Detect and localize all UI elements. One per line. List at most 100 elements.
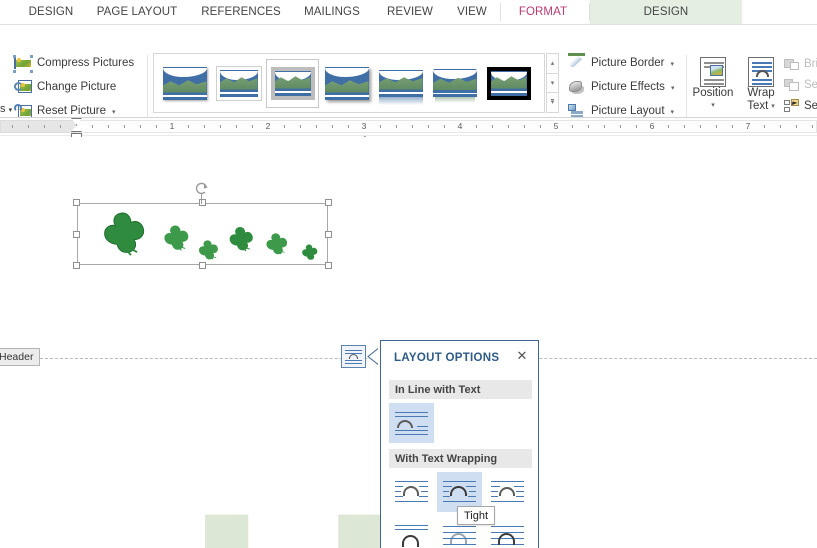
picture-effects-button[interactable]: Picture Effects ▾ [568,77,683,99]
in-front-of-text-icon [489,523,526,548]
selection-pane-icon [784,98,800,113]
picture-style-3[interactable] [321,60,372,107]
selection-pane-button[interactable]: Sele [784,95,817,116]
style-thumbnail [432,69,477,103]
more-icon: ▾ [550,99,555,107]
chevron-down-icon[interactable]: ▾ [671,60,675,68]
picture-border-icon [568,53,586,72]
tab-format[interactable]: FORMAT [501,0,585,24]
send-backward-label: Sen [804,78,817,91]
tab-design[interactable]: DESIGN [20,0,82,24]
chevron-down-icon[interactable]: ▾ [671,84,675,92]
change-picture-button[interactable]: Change Picture [14,77,154,99]
selection-pane-label: Sele [804,99,817,112]
resize-handle-e[interactable] [325,231,332,238]
layout-options-icon [345,349,362,365]
picture-style-5[interactable] [429,60,480,107]
resize-handle-w[interactable] [73,231,80,238]
tab-review[interactable]: REVIEW [374,0,446,24]
send-backward-button[interactable]: Sen [784,74,817,95]
inline-option-grid [389,403,434,443]
word-window: DESIGN PAGE LAYOUT REFERENCES MAILINGS R… [0,0,817,548]
horizontal-ruler[interactable]: 1 2 3 4 5 6 7 [0,118,817,142]
arrange-small-commands: Brin Sen Sele [784,53,817,116]
tab-page-layout[interactable]: PAGE LAYOUT [82,0,192,24]
position-button[interactable]: Position ▾ [690,53,736,112]
tab-label: MAILINGS [304,6,360,18]
rotate-handle[interactable] [195,182,209,196]
chevron-down-icon[interactable]: ▾ [112,108,116,116]
wrap-text-label-2: Text [747,100,769,112]
behind-text-icon [441,523,478,548]
section-with-text-wrapping: With Text Wrapping [389,449,532,468]
style-thumbnail [324,66,369,100]
style-thumbnail [162,66,207,100]
style-thumbnail [215,65,262,101]
top-and-bottom-wrap-icon [393,523,430,548]
chevron-down-icon[interactable]: ▾ [771,100,775,113]
picture-styles-gallery[interactable] [153,53,545,113]
compress-pictures-button[interactable]: Compress Pictures [13,53,154,75]
resize-handle-se[interactable] [325,262,332,269]
resize-handle-s[interactable] [199,262,206,269]
ruler-number-5: 5 [553,121,559,131]
selected-picture[interactable] [73,199,332,269]
ribbon-format-tab: s ▾ t Compress Pictures Change Picture [0,25,817,138]
wrap-option-top-and-bottom[interactable] [389,517,434,548]
position-icon [690,53,736,87]
gallery-scroll-up-button[interactable]: ▴ [546,53,559,73]
tab-mailings[interactable]: MAILINGS [290,0,374,24]
style-thumbnail [486,66,531,100]
bring-forward-button[interactable]: Brin [784,53,817,74]
tab-design-contextual[interactable]: DESIGN [590,0,742,24]
gallery-more-button[interactable]: ▾ [546,92,559,114]
tight-wrap-icon [441,478,478,507]
picture-style-6[interactable] [483,60,534,107]
ruler-number-1: 1 [169,121,175,131]
square-wrap-icon [393,478,430,507]
wrap-text-button[interactable]: Wrap Text ▾ [738,53,784,113]
gallery-scroll-buttons[interactable]: ▴ ▾ ▾ [546,53,559,114]
shamrock-clipart-image [104,212,318,260]
chevron-down-icon[interactable]: ▾ [671,108,675,116]
resize-handle-nw[interactable] [73,199,80,206]
picture-border-button[interactable]: Picture Border ▾ [568,53,683,75]
chevron-down-icon[interactable]: ▾ [690,99,736,112]
tab-references[interactable]: REFERENCES [192,0,290,24]
tab-label: PAGE LAYOUT [96,6,178,18]
tab-label: FORMAT [518,6,568,18]
tab-view[interactable]: VIEW [446,0,498,24]
picture-style-4[interactable] [375,60,426,107]
layout-options-button[interactable] [341,345,366,368]
picture-style-2[interactable] [266,58,319,108]
adjust-group-commands: Compress Pictures Change Picture Reset P… [13,53,154,125]
tab-label: REFERENCES [201,6,281,18]
wrap-option-tooltip: Tight [457,506,496,525]
bring-forward-label: Brin [804,57,817,70]
close-icon[interactable]: ✕ [514,348,530,364]
resize-handle-sw[interactable] [73,262,80,269]
document-canvas[interactable]: Hn Header [0,137,817,548]
ruler-number-7: 7 [745,121,751,131]
tab-label: DESIGN [28,6,74,18]
wrap-option-square[interactable] [389,472,434,512]
tab-label: DESIGN [643,6,689,18]
ruler-band [0,120,817,133]
style-thumbnail [378,69,423,105]
gallery-scroll-down-button[interactable]: ▾ [546,72,559,93]
wrap-option-in-line-with-text[interactable] [389,403,434,443]
tab-label: VIEW [457,6,487,18]
section-in-line-with-text: In Line with Text [389,380,532,399]
picture-effects-icon [568,80,586,96]
picture-styles-commands: Picture Border ▾ Picture Effects ▾ Pictu… [568,53,683,125]
header-label: Header [0,348,41,366]
layout-options-callout-pointer [367,346,380,367]
in-line-with-text-icon [393,409,430,438]
picture-style-1[interactable] [213,60,264,107]
resize-handle-ne[interactable] [325,199,332,206]
style-thumbnail [270,66,315,100]
wrap-text-icon [738,53,784,87]
send-backward-icon [784,78,800,92]
picture-style-0[interactable] [159,60,210,107]
tab-label: REVIEW [387,6,433,18]
